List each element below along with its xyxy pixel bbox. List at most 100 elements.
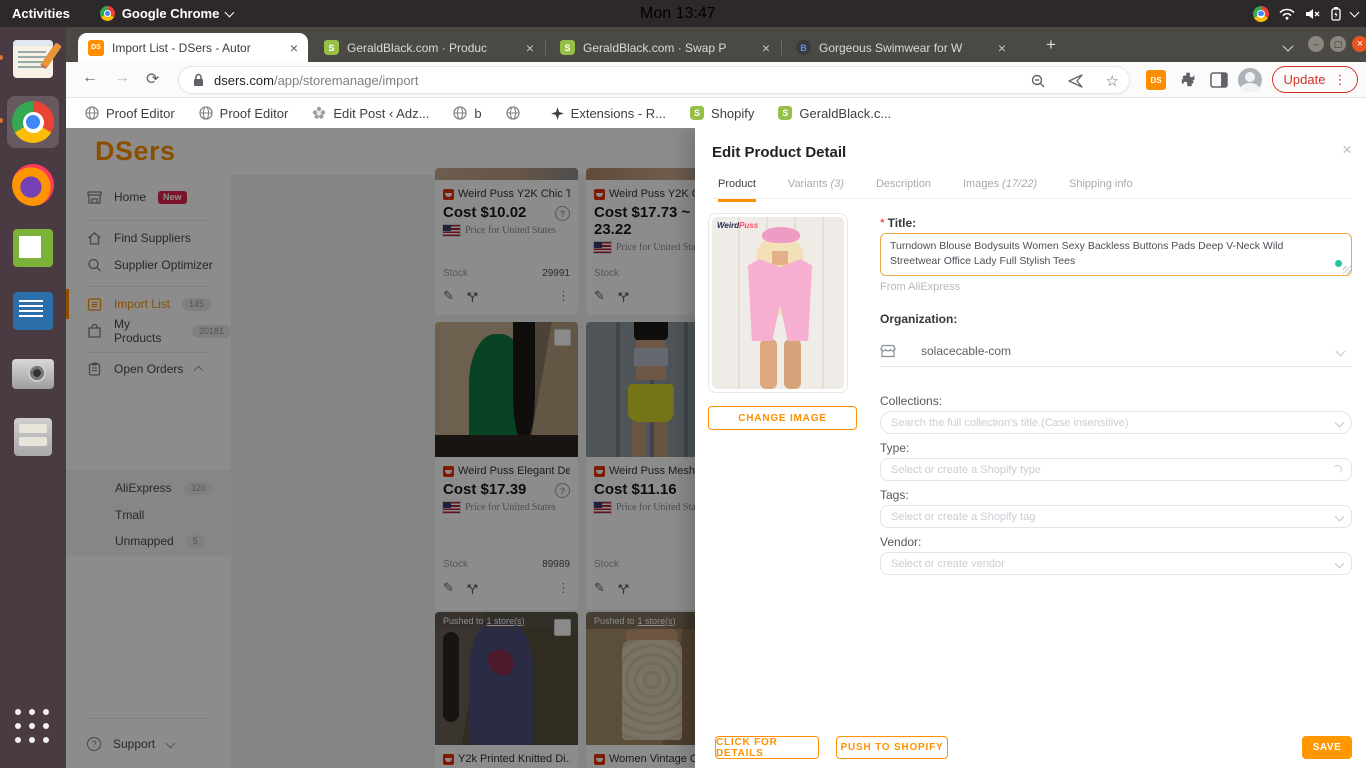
organization-label: Organization: (880, 312, 957, 326)
dsers-favicon: DS (88, 40, 104, 56)
app-menu[interactable]: Google Chrome (100, 6, 234, 21)
tab-search-chevron-icon[interactable] (1282, 40, 1293, 51)
maximize-button[interactable]: ▢ (1330, 36, 1346, 52)
bookmark-geraldblack[interactable]: S GeraldBlack.c... (778, 106, 891, 121)
close-tab-icon[interactable]: × (762, 41, 770, 55)
forward-button[interactable]: → (114, 69, 130, 87)
edit-product-modal: Edit Product Detail × Product Variants (… (695, 128, 1366, 768)
tab-gorgeous-swimwear[interactable]: B Gorgeous Swimwear for W × (786, 33, 1016, 62)
side-panel-icon[interactable] (1210, 72, 1228, 88)
running-indicator (0, 118, 3, 123)
volume-muted-icon (1305, 8, 1321, 20)
dock-app-grid[interactable] (7, 701, 59, 753)
change-image-button[interactable]: CHANGE IMAGE (708, 406, 857, 430)
dock-camera[interactable] (7, 348, 59, 400)
vendor-input[interactable] (880, 552, 1352, 575)
close-tab-icon[interactable]: × (290, 41, 298, 55)
camera-icon (12, 359, 54, 389)
resize-handle-icon[interactable] (1343, 266, 1351, 274)
collections-label: Collections: (880, 394, 942, 408)
store-icon (880, 344, 896, 358)
send-icon[interactable] (1068, 74, 1084, 88)
running-indicator (0, 55, 3, 60)
extensions-puzzle-icon[interactable] (1180, 71, 1198, 89)
close-window-button[interactable]: × (1352, 36, 1366, 52)
calc-icon (13, 229, 53, 267)
close-tab-icon[interactable]: × (526, 41, 534, 55)
bookmark-proof-editor-1[interactable]: Proof Editor (85, 106, 175, 121)
lock-icon (193, 73, 204, 87)
save-button[interactable]: SAVE (1302, 736, 1352, 759)
close-tab-icon[interactable]: × (998, 41, 1006, 55)
reload-button[interactable]: ⟳ (146, 69, 159, 89)
store-select[interactable]: solacecable-com (880, 336, 1352, 367)
bookmark-star-icon[interactable]: ☆ (1106, 72, 1119, 90)
tab-geraldblack-product[interactable]: S GeraldBlack.com · Produc × (314, 33, 544, 62)
dock-file-cabinet[interactable] (7, 411, 59, 463)
dock-firefox[interactable] (7, 159, 59, 211)
dock-libreoffice-writer[interactable] (7, 285, 59, 337)
chevron-down-icon (1350, 7, 1360, 17)
tab-import-list[interactable]: DS Import List - DSers - Autor × (78, 33, 308, 62)
push-to-shopify-button[interactable]: PUSH TO SHOPIFY (836, 736, 948, 759)
browser-menu-icon[interactable]: ⋮ (1333, 72, 1346, 88)
minimize-button[interactable]: – (1308, 36, 1324, 52)
tab-separator (545, 40, 546, 55)
update-button[interactable]: Update ⋮ (1272, 66, 1358, 93)
tab-geraldblack-swap[interactable]: S GeraldBlack.com · Swap P × (550, 33, 780, 62)
dsers-extension-icon[interactable]: DS (1146, 70, 1166, 90)
tab-separator (781, 40, 782, 55)
globe-icon (453, 106, 467, 120)
text-editor-icon (13, 40, 53, 78)
url-field[interactable]: dsers.com/app/storemanage/import ☆ (178, 66, 1130, 94)
type-input[interactable] (880, 458, 1352, 481)
source-label: From AliExpress (880, 281, 960, 293)
wifi-icon (1279, 8, 1295, 20)
profile-avatar[interactable] (1238, 68, 1262, 92)
close-icon[interactable]: × (1342, 140, 1352, 160)
dock-chrome[interactable] (7, 96, 59, 148)
click-for-details-button[interactable]: CLICK FOR DETAILS (715, 736, 819, 759)
store-name: solacecable-com (921, 344, 1011, 358)
collections-input[interactable] (880, 411, 1352, 434)
bookmark-shopify[interactable]: S Shopify (690, 106, 754, 121)
writer-icon (13, 292, 53, 330)
apps-grid-icon (15, 709, 51, 745)
chevron-down-icon (1336, 346, 1346, 356)
shopify-icon: S (690, 106, 704, 120)
tags-input[interactable] (880, 505, 1352, 528)
bookmark-edit-post[interactable]: Edit Post ‹ Adz... (312, 106, 429, 121)
new-tab-button[interactable]: + (1046, 35, 1056, 55)
chrome-icon (12, 101, 54, 143)
firefox-icon (12, 164, 54, 206)
bookmarks-bar: Proof Editor Proof Editor Edit Post ‹ Ad… (66, 98, 1366, 128)
bookmark-proof-editor-2[interactable]: Proof Editor (199, 106, 289, 121)
dock-libreoffice-calc[interactable] (7, 222, 59, 274)
loading-spinner-icon (1333, 465, 1342, 474)
system-tray[interactable] (1253, 0, 1358, 27)
product-image-box[interactable]: WeirdPuss (708, 213, 848, 393)
title-label: *Title: (880, 216, 916, 230)
globe-icon (85, 106, 99, 120)
product-image: WeirdPuss (712, 217, 844, 389)
grammar-status-dot (1335, 260, 1342, 267)
address-bar: ← → ⟳ dsers.com/app/storemanage/import ☆… (66, 62, 1366, 98)
url-text: dsers.com/app/storemanage/import (214, 73, 419, 88)
bookmark-b[interactable]: b (453, 106, 481, 121)
globe-icon (199, 106, 213, 120)
chrome-icon (100, 6, 115, 21)
clock[interactable]: Mon 13:47 (640, 0, 716, 27)
globe-icon (506, 106, 520, 120)
battery-icon (1331, 7, 1341, 21)
zoom-icon[interactable] (1031, 74, 1046, 89)
tab-title: Import List - DSers - Autor (112, 41, 282, 55)
shopify-icon: S (778, 106, 792, 120)
browser-window: DS Import List - DSers - Autor × S Geral… (66, 27, 1366, 768)
back-button[interactable]: ← (82, 69, 98, 87)
title-input[interactable]: Turndown Blouse Bodysuits Women Sexy Bac… (880, 233, 1352, 276)
bookmark-unnamed[interactable] (506, 106, 527, 120)
dock-text-editor[interactable] (7, 33, 59, 85)
bookmark-extensions[interactable]: Extensions - R... (551, 106, 666, 121)
vendor-label: Vendor: (880, 535, 921, 549)
activities-button[interactable]: Activities (12, 6, 70, 21)
